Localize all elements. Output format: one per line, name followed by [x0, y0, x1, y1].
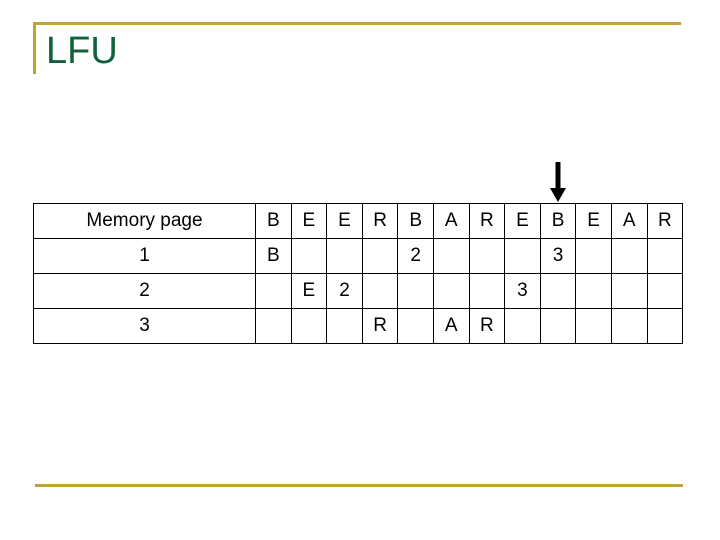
- empty-cell: [504, 308, 541, 344]
- empty-cell: [504, 238, 541, 274]
- reference-header-cell: R: [361, 203, 399, 239]
- empty-cell: [468, 238, 506, 274]
- memory-page-header: Memory page: [33, 203, 256, 239]
- empty-cell: [255, 273, 292, 309]
- empty-cell: [646, 238, 684, 274]
- empty-cell: [575, 308, 612, 344]
- empty-cell: [610, 273, 648, 309]
- empty-cell: [432, 273, 470, 309]
- frequency-count-cell: 3: [539, 238, 577, 274]
- table-row: 3 RAR: [33, 308, 684, 344]
- title-accent-frame: [33, 22, 681, 74]
- empty-cell: [646, 273, 684, 309]
- empty-cell: [432, 238, 470, 274]
- arrow-down-icon: [548, 161, 568, 203]
- table-row: 1B 2 3: [33, 238, 684, 274]
- page-letter-cell: B: [255, 238, 292, 274]
- empty-cell: [468, 273, 506, 309]
- empty-cell: [290, 308, 328, 344]
- empty-cell: [575, 273, 612, 309]
- empty-cell: [539, 308, 577, 344]
- reference-header-cell: B: [539, 203, 577, 239]
- empty-cell: [397, 273, 434, 309]
- empty-cell: [361, 238, 399, 274]
- empty-cell: [610, 308, 648, 344]
- reference-header-cell: R: [468, 203, 506, 239]
- table-row: 2E2 3: [33, 273, 684, 309]
- reference-header-cell: A: [432, 203, 470, 239]
- empty-cell: [326, 308, 363, 344]
- frame-number-label: 1: [33, 238, 256, 274]
- page-letter-cell: R: [361, 308, 399, 344]
- reference-header-cell: E: [504, 203, 541, 239]
- empty-cell: [575, 238, 612, 274]
- empty-cell: [610, 238, 648, 274]
- table-header-row: Memory page BEERBAREBEAR: [33, 203, 684, 239]
- reference-header-cell: R: [646, 203, 684, 239]
- empty-cell: [539, 273, 577, 309]
- empty-cell: [361, 273, 399, 309]
- page-letter-cell: R: [468, 308, 506, 344]
- empty-cell: [326, 238, 363, 274]
- page-title: LFU: [46, 30, 118, 72]
- frequency-count-cell: 3: [504, 273, 541, 309]
- empty-cell: [290, 238, 328, 274]
- reference-header-cell: B: [255, 203, 292, 239]
- empty-cell: [397, 308, 434, 344]
- page-letter-cell: E: [290, 273, 328, 309]
- reference-header-cell: A: [610, 203, 648, 239]
- frequency-count-cell: 2: [326, 273, 363, 309]
- reference-header-cell: E: [290, 203, 328, 239]
- empty-cell: [255, 308, 292, 344]
- reference-header-cell: E: [575, 203, 612, 239]
- footer-divider: [35, 484, 683, 487]
- lfu-trace-table: Memory page BEERBAREBEAR 1B232E233RAR: [33, 203, 684, 344]
- page-letter-cell: A: [432, 308, 470, 344]
- reference-header-cell: E: [326, 203, 363, 239]
- reference-header-cell: B: [397, 203, 434, 239]
- frequency-count-cell: 2: [397, 238, 434, 274]
- frame-number-label: 2: [33, 273, 256, 309]
- empty-cell: [646, 308, 684, 344]
- frame-number-label: 3: [33, 308, 256, 344]
